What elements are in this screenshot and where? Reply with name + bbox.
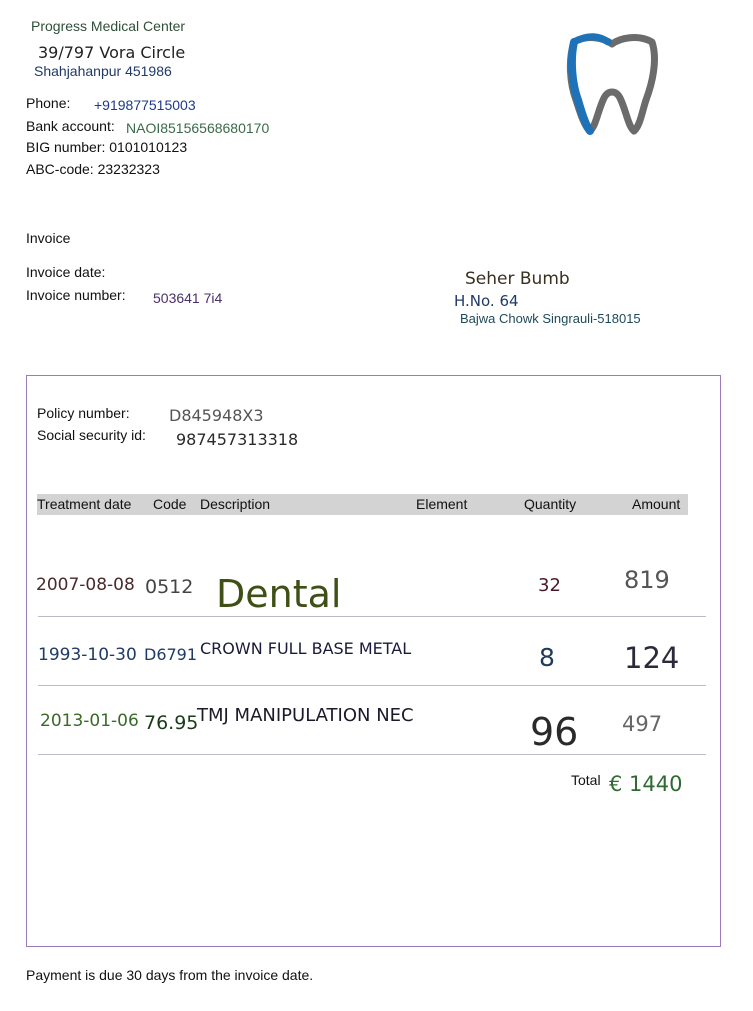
row-code: 76.95 <box>144 712 199 734</box>
bank-value: NAOI85156568680170 <box>126 120 270 136</box>
row-date: 1993-10-30 <box>38 645 137 665</box>
row-description: TMJ MANIPULATION NEC <box>197 705 414 726</box>
invoice-number-value: 503641 7i4 <box>153 290 223 306</box>
header-element: Element <box>416 496 468 512</box>
row-code: D6791 <box>144 645 198 664</box>
clinic-name: Progress Medical Center <box>31 18 186 34</box>
phone-label: Phone: <box>26 95 71 111</box>
row-description: Dental <box>216 572 342 616</box>
row-amount: 819 <box>624 566 670 594</box>
row-divider <box>38 754 706 755</box>
header-amount: Amount <box>632 496 681 512</box>
invoice-number-label: Invoice number: <box>26 287 126 303</box>
recipient-address2: Bajwa Chowk Singrauli-518015 <box>460 311 641 326</box>
abc-code: ABC-code: 23232323 <box>26 161 160 177</box>
invoice-date-label: Invoice date: <box>26 264 106 280</box>
total-label: Total <box>571 772 601 788</box>
row-quantity: 8 <box>539 643 555 672</box>
ssn-value: 987457313318 <box>176 430 299 449</box>
recipient-name: Seher Bumb <box>465 269 570 289</box>
big-number: BIG number: 0101010123 <box>26 139 188 155</box>
payment-note: Payment is due 30 days from the invoice … <box>26 967 314 983</box>
row-code: 0512 <box>145 576 194 598</box>
header-description: Description <box>200 496 271 512</box>
row-description: CROWN FULL BASE METAL <box>200 639 412 658</box>
phone-value: +919877515003 <box>94 97 196 113</box>
header-code: Code <box>153 496 187 512</box>
table-header: Treatment date Code Description Element … <box>37 494 688 515</box>
row-amount: 497 <box>622 712 663 736</box>
policy-number-label: Policy number: <box>37 405 130 421</box>
policy-number-value: D845948X3 <box>169 406 264 425</box>
row-amount: 124 <box>624 641 680 675</box>
row-quantity: 32 <box>538 575 561 596</box>
header-quantity: Quantity <box>524 496 577 512</box>
recipient-address1: H.No. 64 <box>454 292 519 310</box>
bank-label: Bank account: <box>26 118 115 134</box>
row-quantity: 96 <box>530 710 579 754</box>
clinic-city: Shahjahanpur 451986 <box>34 63 172 79</box>
clinic-street: 39/797 Vora Circle <box>38 43 186 62</box>
header-treatment-date: Treatment date <box>37 496 132 512</box>
row-divider <box>38 616 706 617</box>
row-date: 2007-08-08 <box>36 575 135 595</box>
total-value: € 1440 <box>609 772 683 796</box>
row-divider <box>38 685 706 686</box>
invoice-title: Invoice <box>26 230 71 246</box>
tooth-icon <box>560 30 665 140</box>
row-date: 2013-01-06 <box>40 711 139 731</box>
ssn-label: Social security id: <box>37 427 146 443</box>
